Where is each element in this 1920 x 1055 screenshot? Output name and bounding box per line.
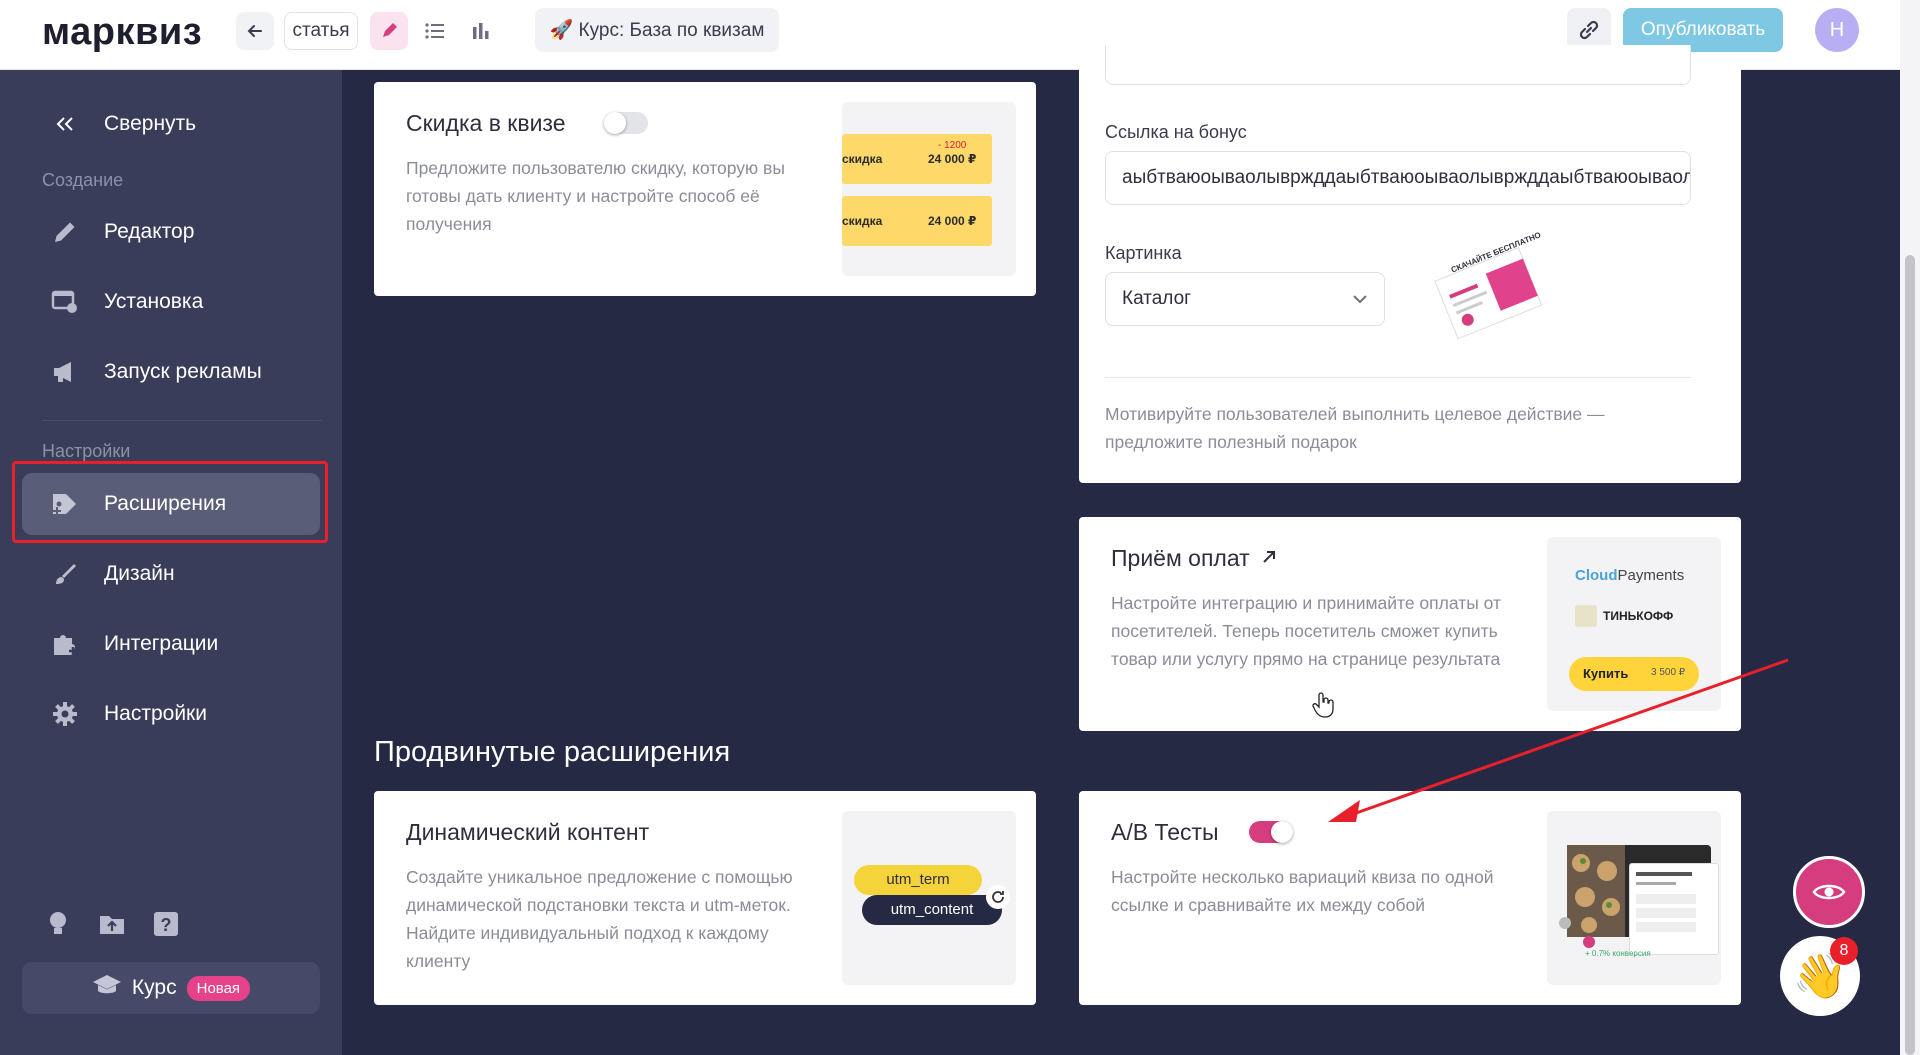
bonus-desc: Мотивируйте пользователей выполнить целе… [1105, 404, 1605, 452]
brush-icon [22, 561, 94, 587]
sidebar-item-ads[interactable]: Запуск рекламы [22, 341, 320, 403]
notification-count-badge: 8 [1830, 937, 1858, 965]
sidebar-section-settings: Настройки [42, 441, 131, 461]
discount-card-title: Скидка в квизе [406, 110, 566, 136]
sidebar-item-label: Установка [104, 290, 204, 313]
sidebar-item-label: Настройки [104, 702, 207, 725]
sidebar-collapse[interactable]: Свернуть [22, 93, 320, 155]
toggle-knob [1271, 821, 1293, 843]
megaphone-icon [22, 359, 94, 385]
puzzle-icon [22, 630, 94, 658]
bonus-link-label: Ссылка на бонус [1105, 122, 1247, 142]
chevron-down-icon [1352, 288, 1368, 310]
sidebar-item-install[interactable]: Установка [22, 271, 320, 333]
bar-chart-icon [473, 23, 489, 39]
ab-card-title: A/B Тесты [1111, 819, 1219, 845]
gear-icon [22, 700, 94, 728]
sidebar-divider [42, 420, 322, 421]
sidebar-section-create: Создание [42, 170, 124, 190]
preview-fab-button[interactable] [1793, 856, 1865, 928]
utm-content-tag: utm_content [862, 895, 1002, 925]
divider [1105, 377, 1691, 378]
dynamic-thumbnail: utm_term utm_content [842, 811, 1016, 985]
ab-card-desc: Настройте несколько вариаций квиза по од… [1111, 867, 1494, 915]
sidebar-item-label: Запуск рекламы [104, 360, 262, 383]
course-button[interactable]: Курс Новая [22, 962, 320, 1014]
payments-card-title[interactable]: Приём оплат [1111, 545, 1278, 572]
course-label: Курс [131, 976, 177, 999]
external-arrow-icon [1260, 545, 1278, 572]
promo-row: скидка 24 000 ₽ [842, 196, 992, 246]
sidebar-item-label: Дизайн [104, 562, 175, 585]
utm-term-tag: utm_term [854, 865, 982, 895]
annotation-arrow [1328, 658, 1789, 822]
logo[interactable]: марквиз [42, 11, 202, 54]
arrow-left-icon [247, 25, 262, 37]
link-icon [1579, 20, 1599, 40]
bonus-prev-input[interactable] [1105, 45, 1691, 85]
dynamic-card-title: Динамический контент [406, 819, 650, 845]
lightbulb-icon[interactable] [42, 908, 74, 940]
catalog-preview-image: СКАЧАЙТЕ БЕСПЛАТНО [1434, 230, 1544, 350]
food-photo [1567, 845, 1625, 937]
discount-card: Скидка в квизе Предложите пользователю с… [374, 82, 1036, 296]
scrollbar-thumb[interactable] [1905, 255, 1915, 1055]
sidebar-item-label: Интеграции [104, 632, 219, 655]
bonus-link-input[interactable]: аыбтваюоываолывржддаыбтваюоываолывржддаы… [1105, 151, 1691, 205]
chevrons-left-icon [22, 115, 94, 133]
list-button[interactable] [416, 12, 454, 50]
avatar[interactable]: Н [1815, 8, 1859, 52]
picture-select-value: Каталог [1122, 288, 1192, 309]
eye-icon [1812, 884, 1846, 900]
sidebar-item-editor[interactable]: Редактор [22, 201, 320, 263]
ab-tests-toggle[interactable] [1249, 821, 1293, 843]
stats-button[interactable] [462, 12, 500, 50]
new-badge: Новая [186, 975, 251, 1001]
quiz-preview [1629, 863, 1719, 955]
sidebar-item-design[interactable]: Дизайн [22, 543, 320, 605]
highlight-annotation-box [12, 461, 328, 543]
promo-row: скидка - 1200 24 000 ₽ [842, 134, 992, 184]
sidebar-item-settings[interactable]: Настройки [22, 683, 320, 745]
ab-conversion-caption: + 0.7% конверсия [1585, 949, 1651, 958]
bonus-card: Ссылка на бонус аыбтваюоываолывржддаыбтв… [1079, 45, 1741, 483]
graduation-cap-icon [92, 973, 122, 1003]
advanced-section-title: Продвинутые расширения [374, 736, 731, 768]
pencil-icon [383, 23, 397, 37]
quiz-title[interactable]: 🚀 Курс: База по квизам [535, 8, 779, 52]
toggle-knob [604, 112, 626, 134]
sidebar-item-label: Редактор [104, 220, 195, 243]
svg-text:?: ? [161, 915, 172, 935]
discount-thumbnail: скидка - 1200 24 000 ₽ скидка 24 000 ₽ [842, 102, 1016, 276]
sidebar-item-integrations[interactable]: Интеграции [22, 613, 320, 675]
cloudpayments-logo: CloudPayments [1575, 567, 1685, 584]
discount-toggle[interactable] [604, 112, 648, 134]
pencil-icon [22, 219, 94, 245]
back-button[interactable] [236, 12, 274, 50]
tinkoff-logo: ТИНЬКОФФ [1575, 605, 1673, 627]
install-icon [22, 289, 94, 315]
folder-upload-icon[interactable] [96, 908, 128, 940]
picture-label: Картинка [1105, 243, 1182, 263]
refresh-icon [986, 885, 1010, 909]
state-label[interactable]: статья [284, 12, 358, 50]
help-icon[interactable]: ? [150, 908, 182, 940]
dynamic-card-desc: Создайте уникальное предложение с помощь… [406, 867, 793, 971]
list-icon [425, 23, 444, 39]
sidebar-collapse-label: Свернуть [104, 112, 197, 135]
dynamic-content-card: Динамический контент Создайте уникальное… [374, 791, 1036, 1005]
edit-button[interactable] [370, 12, 408, 50]
picture-select[interactable]: Каталог [1105, 272, 1385, 326]
discount-card-desc: Предложите пользователю скидку, которую … [406, 158, 785, 234]
